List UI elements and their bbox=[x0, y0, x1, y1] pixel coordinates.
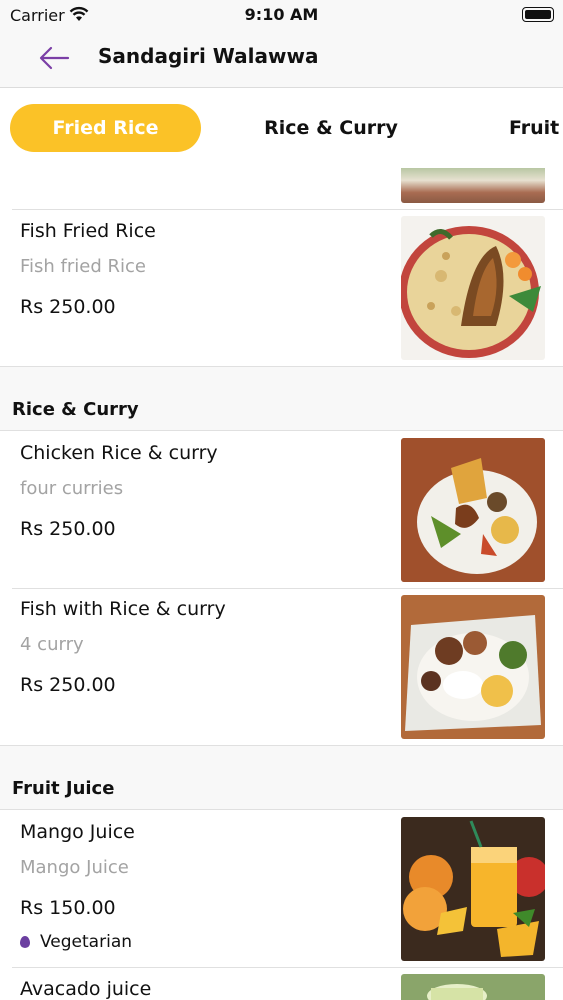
item-description: Mango Juice bbox=[20, 857, 129, 878]
tab-fruit-juice[interactable]: Fruit Juice bbox=[497, 104, 563, 152]
item-description: four curries bbox=[20, 478, 124, 499]
item-name: Avacado juice bbox=[20, 978, 152, 1000]
section-header-rice-curry: Rice & Curry bbox=[0, 367, 563, 431]
clock: 9:10 AM bbox=[244, 5, 319, 24]
tag-label: Vegetarian bbox=[40, 932, 133, 952]
menu-item[interactable]: Chicken Rice & curry four curries Rs 250… bbox=[0, 432, 563, 588]
item-name: Mango Juice bbox=[20, 821, 135, 843]
mango-juice-photo bbox=[401, 817, 545, 961]
menu-item[interactable]: Fish Fried Rice Fish fried Rice Rs 250.0… bbox=[0, 210, 563, 366]
item-name: Fish Fried Rice bbox=[20, 220, 156, 242]
item-name: Fish with Rice & curry bbox=[20, 598, 226, 620]
item-price: Rs 250.00 bbox=[20, 674, 116, 696]
tab-rice-curry[interactable]: Rice & Curry bbox=[252, 104, 410, 152]
navigation-bar: Sandagiri Walawwa bbox=[0, 32, 563, 88]
item-description: 4 curry bbox=[20, 634, 84, 655]
vegetarian-icon bbox=[20, 936, 30, 948]
vegetarian-tag: Vegetarian bbox=[20, 932, 132, 952]
section-header-fruit-juice: Fruit Juice bbox=[0, 746, 563, 810]
fish-rice-curry-photo bbox=[401, 595, 545, 739]
section-title: Rice & Curry bbox=[12, 399, 139, 420]
item-price: Rs 250.00 bbox=[20, 518, 116, 540]
chicken-rice-curry-photo bbox=[401, 438, 545, 582]
page-title: Sandagiri Walawwa bbox=[98, 44, 319, 68]
fish-fried-rice-photo bbox=[401, 216, 545, 360]
tab-fried-rice[interactable]: Fried Rice bbox=[10, 104, 201, 152]
menu-item[interactable]: Avacado juice bbox=[0, 968, 563, 1000]
battery-icon bbox=[522, 7, 554, 22]
menu-item[interactable]: Fish with Rice & curry 4 curry Rs 250.00 bbox=[0, 589, 563, 745]
item-description: Fish fried Rice bbox=[20, 256, 146, 277]
item-price: Rs 150.00 bbox=[20, 897, 116, 919]
avocado-juice-photo bbox=[401, 974, 545, 1000]
back-arrow-icon[interactable] bbox=[36, 42, 72, 74]
item-name: Chicken Rice & curry bbox=[20, 442, 218, 464]
section-title: Fruit Juice bbox=[12, 778, 115, 799]
menu-item[interactable]: Mango Juice Mango Juice Rs 150.00 Vegeta… bbox=[0, 811, 563, 967]
item-price: Rs 250.00 bbox=[20, 296, 116, 318]
category-tabs: Fried Rice Rice & Curry Fruit Juice bbox=[0, 88, 563, 168]
menu-list[interactable]: Fish Fried Rice Fish fried Rice Rs 250.0… bbox=[0, 168, 563, 1000]
previous-item-photo bbox=[401, 168, 545, 203]
status-bar: Carrier 9:10 AM bbox=[0, 0, 563, 32]
